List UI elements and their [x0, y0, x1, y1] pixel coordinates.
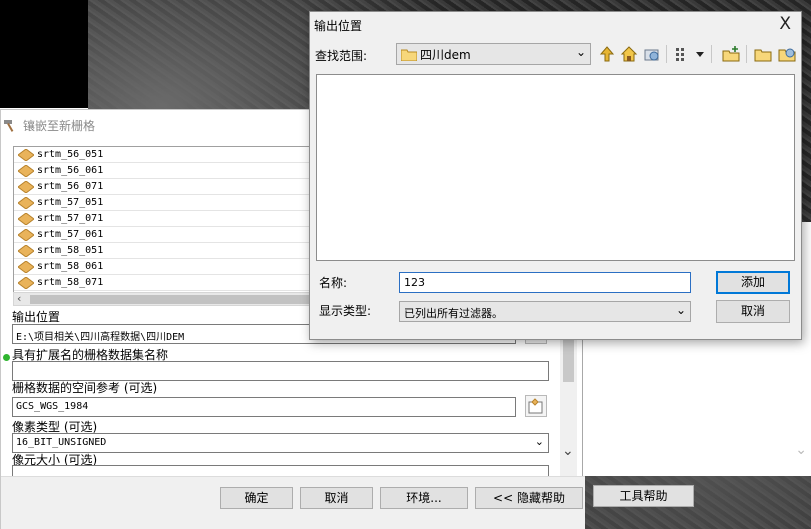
list-item[interactable]: srtm_58_071 [14, 275, 313, 291]
hammer-icon [4, 120, 14, 132]
list-horizontal-scrollbar[interactable]: ‹ [13, 292, 311, 306]
view-list-icon[interactable] [674, 45, 692, 63]
spatial-ref-label: 栅格数据的空间参考 (可选) [12, 381, 158, 395]
raster-name: srtm_57_051 [37, 197, 104, 208]
input-raster-list[interactable]: srtm_56_051 srtm_56_061 srtm_56_071 srtm… [13, 146, 313, 306]
scroll-thumb[interactable] [30, 295, 310, 304]
show-type-select[interactable]: 已列出所有过滤器。 ⌄ [399, 301, 691, 322]
raster-name: srtm_56_051 [37, 149, 104, 160]
name-input[interactable]: 123 [399, 272, 691, 293]
raster-name: srtm_58_051 [37, 245, 104, 256]
toolbar-separator [711, 45, 712, 63]
look-in-label: 查找范围: [315, 49, 368, 63]
file-browser-list[interactable] [316, 74, 795, 261]
pixel-type-select[interactable]: 16_BIT_UNSIGNED ⌄ [12, 433, 549, 453]
tool-titlebar[interactable]: 镶嵌至新栅格 [1, 110, 311, 140]
list-item[interactable]: srtm_57_051 [14, 195, 313, 211]
list-item[interactable]: srtm_56_061 [14, 163, 313, 179]
chevron-down-icon[interactable]: ⌄ [795, 442, 807, 458]
toolbar-separator [746, 45, 747, 63]
folder-icon [401, 49, 417, 61]
environments-button[interactable]: 环境... [380, 487, 468, 509]
output-location-label: 输出位置 [12, 310, 61, 324]
home-icon[interactable] [620, 45, 638, 63]
raster-name: srtm_58_071 [37, 277, 104, 288]
tool-help-button[interactable]: 工具帮助 [593, 485, 694, 507]
raster-name: srtm_56_071 [37, 181, 104, 192]
toolbar-separator [666, 45, 667, 63]
raster-name: srtm_56_061 [37, 165, 104, 176]
raster-icon [18, 260, 34, 273]
spatial-ref-properties-button[interactable] [525, 395, 547, 417]
close-icon[interactable]: X [779, 14, 791, 34]
properties-icon [528, 398, 543, 414]
raster-name: srtm_57_071 [37, 213, 104, 224]
required-indicator-icon [3, 354, 10, 361]
raster-icon [18, 276, 34, 289]
list-item[interactable]: srtm_58_061 [14, 259, 313, 275]
dataset-name-input[interactable] [12, 361, 549, 381]
raster-icon [18, 228, 34, 241]
raster-icon [18, 196, 34, 209]
tool-title: 镶嵌至新栅格 [23, 118, 96, 133]
add-button[interactable]: 添加 [716, 271, 790, 294]
connect-folder-icon[interactable] [643, 45, 661, 63]
dialog-button-bar: 确定 取消 环境... << 隐藏帮助 [1, 476, 585, 529]
map-black-area [0, 0, 88, 108]
catalog-icon[interactable] [778, 45, 796, 63]
cancel-button[interactable]: 取消 [300, 487, 373, 509]
list-item[interactable]: srtm_57_061 [14, 227, 313, 243]
raster-icon [18, 244, 34, 257]
output-location-dialog: 输出位置 X 查找范围: 四川dem ⌄ 名称: 123 显示类型: 已列出所有… [309, 11, 802, 340]
folder-connect-icon[interactable] [754, 45, 772, 63]
list-item[interactable]: srtm_56_051 [14, 147, 313, 163]
look-in-value: 四川dem [420, 47, 471, 62]
scroll-left-icon[interactable]: ‹ [17, 292, 21, 305]
ok-button[interactable]: 确定 [220, 487, 293, 509]
list-item[interactable]: srtm_58_051 [14, 243, 313, 259]
up-level-icon[interactable] [598, 45, 616, 63]
form-vertical-scrollbar[interactable]: ⌄ [560, 332, 577, 477]
raster-icon [18, 164, 34, 177]
pixel-type-value: 16_BIT_UNSIGNED [16, 437, 107, 448]
new-folder-icon[interactable] [722, 45, 740, 63]
raster-icon [18, 180, 34, 193]
hide-help-button[interactable]: << 隐藏帮助 [475, 487, 583, 509]
raster-icon [18, 212, 34, 225]
chevron-down-icon: ⌄ [575, 45, 586, 59]
raster-icon [18, 148, 34, 161]
show-type-value: 已列出所有过滤器。 [404, 307, 503, 320]
chevron-down-icon: ⌄ [675, 303, 686, 317]
list-item[interactable]: srtm_57_071 [14, 211, 313, 227]
spatial-ref-input[interactable]: GCS_WGS_1984 [12, 397, 516, 417]
list-item[interactable]: srtm_56_071 [14, 179, 313, 195]
raster-name: srtm_57_061 [37, 229, 104, 240]
dialog-title: 输出位置 [314, 19, 363, 33]
cancel-button[interactable]: 取消 [716, 300, 790, 323]
scroll-down-icon[interactable]: ⌄ [562, 443, 574, 459]
raster-name: srtm_58_061 [37, 261, 104, 272]
name-label: 名称: [319, 276, 348, 290]
chevron-down-icon: ⌄ [534, 435, 544, 448]
view-dropdown-icon[interactable] [694, 45, 706, 63]
look-in-combobox[interactable]: 四川dem ⌄ [396, 43, 591, 65]
show-type-label: 显示类型: [319, 304, 372, 318]
